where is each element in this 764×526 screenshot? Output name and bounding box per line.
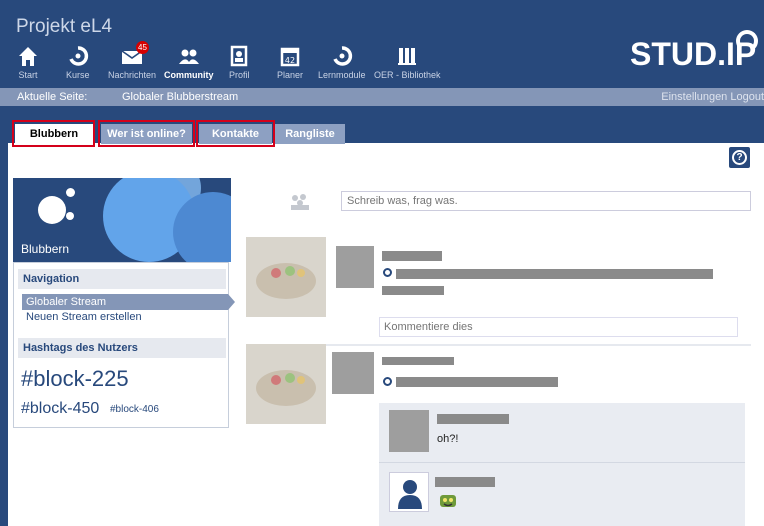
svg-text:42: 42 xyxy=(285,56,295,65)
tab-rangliste[interactable]: Rangliste xyxy=(275,124,345,144)
nav-nachrichten[interactable]: 45 Nachrichten xyxy=(106,41,158,80)
community-icon xyxy=(291,194,309,210)
breadcrumb-label: Aktuelle Seite: xyxy=(17,91,88,103)
redacted-author xyxy=(435,477,495,487)
sidebar-hashtags-heading: Hashtags des Nutzers xyxy=(18,338,226,358)
highlight-frame-wer-ist-online xyxy=(98,120,195,147)
nav-planer[interactable]: 42 Planer xyxy=(277,44,303,80)
redacted-post-text xyxy=(396,377,558,387)
compose-input[interactable] xyxy=(341,191,751,211)
logo-ring-icon xyxy=(736,30,758,52)
seminar-icon xyxy=(69,46,88,66)
reply-text: oh?! xyxy=(437,433,459,445)
avatar xyxy=(336,246,374,288)
highlight-frame-blubbern xyxy=(12,120,95,147)
sidebar-item-globaler-stream[interactable]: Globaler Stream xyxy=(22,294,228,310)
redacted-author xyxy=(437,414,509,424)
avatar xyxy=(389,472,429,512)
active-item-arrow xyxy=(228,294,235,310)
comment-input[interactable] xyxy=(379,317,738,337)
post-image xyxy=(246,344,326,424)
stream-link-icon xyxy=(383,377,392,386)
left-frame xyxy=(0,106,8,526)
hashtag-link[interactable]: #block-406 xyxy=(110,404,159,415)
avatar xyxy=(332,352,374,394)
calendar-icon: 42 xyxy=(280,47,300,67)
sidebar-navigation-heading: Navigation xyxy=(18,269,226,289)
breadcrumb-current-page[interactable]: Globaler Blubberstream xyxy=(122,91,238,103)
sidebar-title: Blubbern xyxy=(21,242,70,256)
redacted-post-text xyxy=(382,286,444,295)
nav-profil[interactable]: Profil xyxy=(229,44,250,80)
profile-icon xyxy=(231,45,248,67)
avatar xyxy=(389,410,429,452)
sidebar-item-neuen-stream[interactable]: Neuen Stream erstellen xyxy=(26,311,142,323)
hashtag-link[interactable]: #block-225 xyxy=(21,366,129,392)
hashtag-link[interactable]: #block-450 xyxy=(21,400,99,418)
nav-oer-bibliothek[interactable]: OER - Bibliothek xyxy=(374,44,441,80)
project-title: Projekt eL4 xyxy=(16,16,113,37)
breadcrumb: Aktuelle Seite: Globaler Blubberstream E… xyxy=(0,88,764,106)
nav-lernmodule[interactable]: Lernmodule xyxy=(318,44,366,80)
highlight-frame-kontakte xyxy=(196,120,275,147)
stream-link-icon xyxy=(383,268,392,277)
nav-community[interactable]: Community xyxy=(164,44,214,80)
message-count-badge: 45 xyxy=(136,41,149,54)
nav-kurse[interactable]: Kurse xyxy=(66,44,90,80)
help-icon: ? xyxy=(732,150,747,165)
redacted-post-text xyxy=(396,269,713,279)
home-icon xyxy=(19,47,37,66)
reply-item xyxy=(379,403,745,463)
library-icon xyxy=(398,48,417,65)
breadcrumb-actions[interactable]: Einstellungen Logout xyxy=(661,91,764,103)
community-icon xyxy=(178,49,199,64)
learnmodule-icon xyxy=(333,46,352,66)
post-image xyxy=(246,237,326,317)
redacted-author xyxy=(382,357,454,365)
redacted-author xyxy=(382,251,442,261)
help-button[interactable]: ? xyxy=(729,147,750,168)
nav-start[interactable]: Start xyxy=(17,44,39,80)
emoji-icon xyxy=(440,495,456,507)
